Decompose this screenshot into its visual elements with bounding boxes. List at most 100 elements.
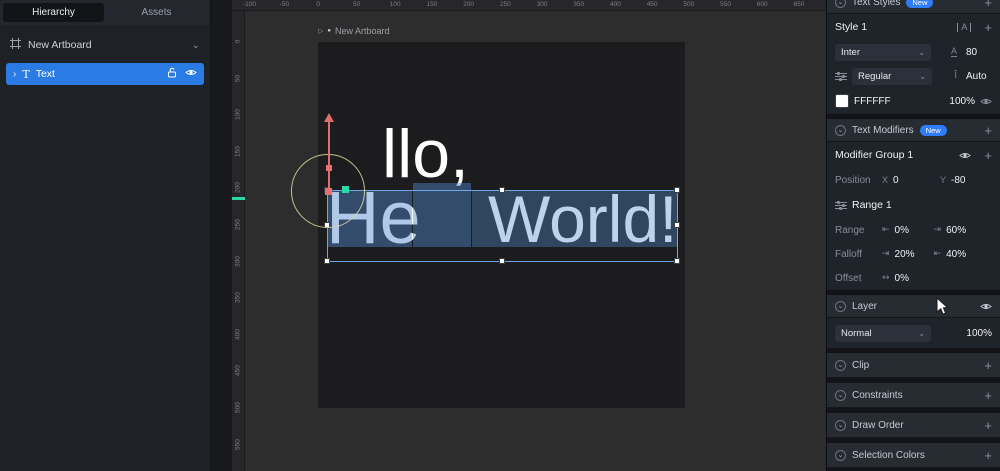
chevron-right-icon[interactable]: › bbox=[13, 69, 16, 80]
new-badge: New bbox=[919, 124, 947, 136]
eye-icon[interactable] bbox=[980, 302, 992, 311]
new-badge: New bbox=[906, 0, 934, 8]
artboard-title-label: New Artboard bbox=[335, 26, 390, 36]
color-hex-field[interactable]: FFFFFF bbox=[854, 96, 891, 107]
line-height-field[interactable]: Auto bbox=[966, 71, 992, 82]
falloff-out-field[interactable]: 40% bbox=[946, 249, 966, 260]
chevron-down-icon[interactable]: ⌄ bbox=[835, 389, 846, 401]
play-icon[interactable]: ▷ bbox=[318, 27, 323, 35]
position-arrow-head[interactable] bbox=[324, 113, 334, 122]
left-ruler: 0 50 100 150 200 250 300 350 400 450 500 550 bbox=[232, 11, 245, 471]
position-y-field[interactable]: -80 bbox=[951, 175, 965, 186]
tab-hierarchy[interactable]: Hierarchy bbox=[3, 3, 104, 22]
eye-icon[interactable] bbox=[959, 151, 972, 160]
ruler-tick-label: 350 bbox=[573, 1, 585, 8]
ruler-tick-label: 50 bbox=[353, 1, 361, 8]
layer-row-text[interactable]: › T Text bbox=[6, 63, 204, 85]
top-ruler: -100 -50 0 50 100 150 200 250 300 350 400 450 500 550… bbox=[232, 0, 826, 11]
blend-row: Normal ⌄ 100% bbox=[827, 318, 1000, 348]
mouse-cursor bbox=[936, 296, 949, 321]
blend-mode-dropdown[interactable]: Normal ⌄ bbox=[835, 324, 931, 342]
text-fragment-raised[interactable]: llo, bbox=[382, 120, 469, 188]
dot-icon: ● bbox=[327, 28, 332, 34]
chevron-down-icon[interactable]: ⌄ bbox=[192, 40, 200, 51]
selection-handle-mr[interactable] bbox=[674, 222, 680, 228]
selection-colors-title: Selection Colors bbox=[852, 449, 925, 461]
add-constraint-button[interactable]: + bbox=[984, 389, 992, 402]
text-align-icon[interactable]: A bbox=[957, 22, 972, 32]
chevron-down-icon: ⌄ bbox=[918, 328, 925, 338]
modifier-origin-handle[interactable] bbox=[325, 188, 332, 195]
layer-header[interactable]: ⌄ Layer bbox=[827, 295, 1000, 318]
ruler-tick-label: 0 bbox=[234, 39, 242, 44]
position-x-field[interactable]: 0 bbox=[893, 175, 923, 186]
tab-assets[interactable]: Assets bbox=[106, 3, 207, 22]
clip-header[interactable]: ⌄ Clip + bbox=[827, 353, 1000, 378]
layer-opacity-field[interactable]: 100% bbox=[966, 328, 992, 339]
offset-field[interactable]: 0% bbox=[895, 273, 909, 284]
ruler-tick-label: 150 bbox=[234, 145, 242, 157]
range-start-icon: ⇤ bbox=[882, 225, 890, 235]
selection-handle-bl[interactable] bbox=[324, 258, 330, 264]
artboard-row[interactable]: New Artboard ⌄ bbox=[0, 33, 210, 57]
chevron-down-icon[interactable]: ⌄ bbox=[835, 419, 846, 431]
font-family-dropdown[interactable]: Inter ⌄ bbox=[835, 43, 931, 61]
ruler-tick-label: 550 bbox=[234, 438, 242, 450]
font-size-field[interactable]: 80 bbox=[966, 47, 992, 58]
modifier-group-row[interactable]: Modifier Group 1 + bbox=[827, 142, 1000, 168]
range-group-row[interactable]: Range 1 bbox=[827, 192, 1000, 218]
range-end-field[interactable]: 60% bbox=[946, 225, 966, 236]
chevron-down-icon[interactable]: ⌄ bbox=[835, 0, 846, 8]
constraints-header[interactable]: ⌄ Constraints + bbox=[827, 383, 1000, 408]
section-layer: ⌄ Layer Normal ⌄ 100% bbox=[827, 295, 1000, 348]
artboard-title[interactable]: ▷ ● New Artboard bbox=[318, 26, 390, 36]
selection-handle-tm[interactable] bbox=[499, 187, 505, 193]
style-name[interactable]: Style 1 bbox=[835, 21, 867, 33]
modifier-group-name[interactable]: Modifier Group 1 bbox=[835, 149, 913, 161]
section-constraints: ⌄ Constraints + bbox=[827, 383, 1000, 408]
eye-icon[interactable] bbox=[980, 97, 992, 106]
add-draw-order-button[interactable]: + bbox=[984, 419, 992, 432]
ruler-tick-label: 0 bbox=[316, 1, 321, 8]
canvas-viewport[interactable]: -100 -50 0 50 100 150 200 250 300 350 400 450 500 550… bbox=[232, 0, 826, 471]
ruler-tick-label: 150 bbox=[426, 1, 438, 8]
style-row[interactable]: Style 1 A + bbox=[827, 14, 1000, 40]
color-swatch[interactable] bbox=[835, 94, 849, 108]
falloff-in-field[interactable]: 20% bbox=[895, 249, 921, 260]
text-styles-header[interactable]: ⌄ Text Styles New + bbox=[827, 0, 1000, 14]
color-opacity-field[interactable]: 100% bbox=[949, 96, 975, 107]
add-clip-button[interactable]: + bbox=[984, 359, 992, 372]
range-start-field[interactable]: 0% bbox=[895, 225, 921, 236]
range-group-name[interactable]: Range 1 bbox=[852, 199, 892, 211]
range-end-icon: ⇥ bbox=[933, 225, 942, 235]
font-weight-dropdown[interactable]: Regular ⌄ bbox=[852, 67, 932, 85]
selection-handle-br[interactable] bbox=[674, 258, 680, 264]
selection-handle-tr[interactable] bbox=[674, 187, 680, 193]
add-style-button[interactable]: + bbox=[984, 21, 992, 34]
ruler-tick-label: 50 bbox=[234, 74, 242, 82]
chevron-down-icon[interactable]: ⌄ bbox=[835, 359, 846, 371]
app-window: Hierarchy Assets New Artboard ⌄ › T Text bbox=[0, 0, 1000, 471]
add-modifier-button[interactable]: + bbox=[984, 124, 992, 137]
range-handle[interactable] bbox=[342, 186, 349, 193]
unlock-icon[interactable] bbox=[167, 67, 177, 81]
ruler-tick-label: 200 bbox=[463, 1, 475, 8]
chevron-down-icon[interactable]: ⌄ bbox=[835, 124, 846, 136]
sliders-icon bbox=[835, 71, 847, 81]
add-to-group-button[interactable]: + bbox=[984, 149, 992, 162]
chevron-down-icon[interactable]: ⌄ bbox=[835, 449, 846, 461]
ruler-tick-label: 300 bbox=[536, 1, 548, 8]
eye-icon[interactable] bbox=[185, 68, 197, 80]
ruler-tick-label: -100 bbox=[243, 1, 257, 8]
offset-icon: ↔ bbox=[882, 273, 890, 283]
position-y-handle[interactable] bbox=[326, 165, 332, 171]
text-modifiers-header[interactable]: ⌄ Text Modifiers New + bbox=[827, 119, 1000, 142]
properties-scroll[interactable]: ⌄ Text Styles New + Style 1 A + Inter ⌄ … bbox=[827, 0, 1000, 468]
chevron-down-icon[interactable]: ⌄ bbox=[835, 300, 846, 312]
position-arrow[interactable] bbox=[328, 122, 330, 190]
add-text-style-button[interactable]: + bbox=[984, 0, 992, 9]
add-selection-color-button[interactable]: + bbox=[984, 449, 992, 462]
selection-colors-header[interactable]: ⌄ Selection Colors + bbox=[827, 443, 1000, 468]
draw-order-header[interactable]: ⌄ Draw Order + bbox=[827, 413, 1000, 438]
selection-handle-bm[interactable] bbox=[499, 258, 505, 264]
